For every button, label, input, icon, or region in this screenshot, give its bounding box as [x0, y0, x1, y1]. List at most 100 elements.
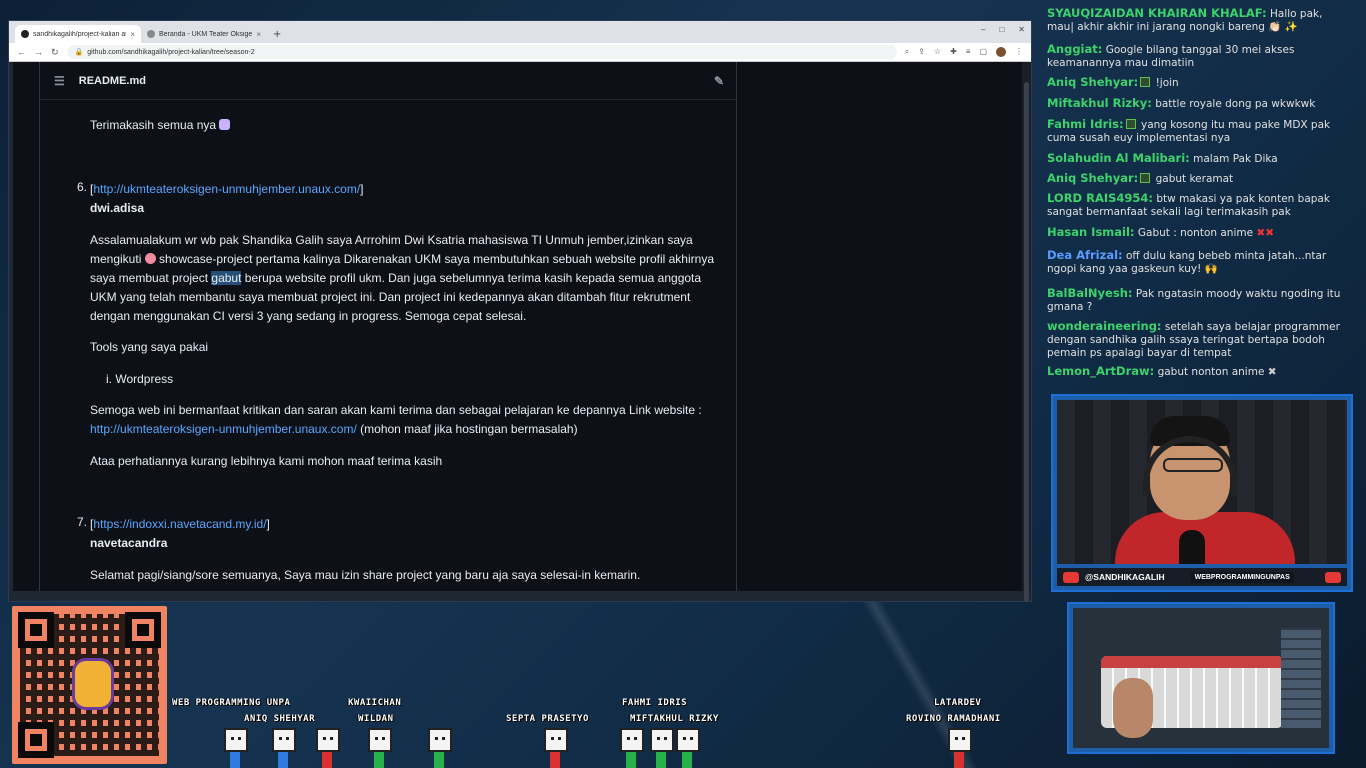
chat-message: LORD RAIS4954: btw makasi ya pak konten …: [1047, 192, 1347, 219]
tools-heading: Tools yang saya pakai: [90, 340, 209, 354]
keyboard-webcam: [1067, 602, 1335, 754]
viewer-name: LATARDEV: [934, 698, 982, 708]
qr-code: [12, 606, 167, 764]
tab-label: sandhikagalih/project-kalian at se: [33, 30, 127, 38]
viewer-avatar: [428, 728, 452, 752]
chat-text: Gabut : nonton anime: [1137, 227, 1254, 239]
readme-panel: ☰ README.md ✎ Terimakasih semua nya 6. […: [39, 62, 737, 591]
close-tab-icon[interactable]: ×: [256, 30, 261, 39]
scrollbar-thumb[interactable]: [1024, 82, 1029, 602]
entry-6-paragraph-1: Assalamualakum wr wb pak Shandika Galih …: [90, 231, 720, 326]
entry-7-author: navetacandra: [90, 536, 168, 550]
keyboard-video: [1073, 608, 1329, 748]
profile-avatar[interactable]: [996, 47, 1006, 57]
extensions-icon[interactable]: ✚: [950, 47, 957, 57]
chat-text: battle royale dong pa wkwkwk: [1155, 98, 1316, 110]
close-window-button[interactable]: ✕: [1018, 25, 1025, 34]
chat-author: Aniq Shehyar:: [1047, 171, 1139, 185]
viewer-name: FAHMI IDRIS: [622, 698, 688, 708]
chat-author: SYAUQIZAIDAN KHAIRAN KHALAF:: [1047, 6, 1267, 20]
highlighted-word: gabut: [211, 271, 242, 285]
viewer-name: MIFTAKHUL RIZKY: [630, 714, 719, 724]
viewer-legs: [946, 752, 972, 768]
viewer-legs: [648, 752, 674, 768]
entry-7-paragraph-1: Selamat pagi/siang/sore semuanya, Saya m…: [90, 568, 641, 582]
readme-filename: README.md: [78, 74, 146, 87]
member-badge-icon: [1140, 77, 1151, 87]
viewer-avatar: [650, 728, 674, 752]
viewer-legs: [366, 752, 392, 768]
tab-label: Beranda - UKM Teater Oksigen: [159, 30, 253, 38]
chat-message: BalBalNyesh: Pak ngatasin moody waktu ng…: [1047, 287, 1347, 314]
forward-icon[interactable]: →: [34, 47, 43, 57]
entry-6-link-line: [http://ukmteateroksigen-unmuhjember.una…: [90, 182, 364, 196]
chat-message: wonderaineering: setelah saya belajar pr…: [1047, 320, 1347, 360]
chat-text: malam Pak Dika: [1193, 153, 1278, 165]
viewer-name: ROVINO RAMADHANI: [906, 714, 1001, 724]
edit-pencil-icon[interactable]: ✎: [714, 74, 724, 88]
chat-message: SYAUQIZAIDAN KHAIRAN KHALAF: Hallo pak, …: [1047, 7, 1347, 34]
chat-message: Lemon_ArtDraw: gabut nonton anime ✖: [1047, 365, 1347, 379]
mascot-logo: [72, 658, 114, 710]
entry-6-link[interactable]: http://ukmteateroksigen-unmuhjember.unau…: [93, 182, 360, 196]
tab-ukm-teater[interactable]: Beranda - UKM Teater Oksigen ×: [141, 25, 267, 43]
readme-body: Terimakasih semua nya 6. [http://ukmteat…: [40, 100, 736, 591]
zoom-icon[interactable]: ⌕: [905, 47, 909, 57]
lock-icon: 🔒: [74, 49, 84, 56]
sidepanel-icon[interactable]: ▢: [979, 47, 987, 57]
chat-message: Anggiat: Google bilang tanggal 30 mei ak…: [1047, 43, 1347, 70]
chat-author: Hasan Ismail:: [1047, 225, 1135, 239]
viewer-avatar: [948, 728, 972, 752]
youtube-icon: [1063, 571, 1079, 583]
share-icon[interactable]: ⇪: [918, 47, 925, 57]
list-number: 6.: [77, 180, 88, 194]
new-tab-button[interactable]: +: [267, 29, 287, 43]
close-tab-icon[interactable]: ×: [130, 30, 135, 39]
live-chat: SYAUQIZAIDAN KHAIRAN KHALAF: Hallo pak, …: [1040, 0, 1366, 392]
minimize-button[interactable]: –: [981, 25, 985, 34]
url-field[interactable]: 🔒 github.com/sandhikagalih/project-kalia…: [66, 45, 897, 59]
bookmark-star-icon[interactable]: ☆: [934, 47, 941, 57]
chat-message: Solahudin Al Malibari: malam Pak Dika: [1047, 152, 1347, 166]
chat-author: Solahudin Al Malibari:: [1047, 151, 1190, 165]
emoji-icon: [219, 119, 231, 130]
viewer-sprites: WEB PROGRAMMING UNPA ANIQ SHEHYAR KWAIIC…: [170, 690, 1050, 768]
entry-6-paragraph-3: Ataa perhatiannya kurang lebihnya kami m…: [90, 454, 443, 468]
reload-icon[interactable]: ↻: [51, 47, 59, 58]
page-scrollbar[interactable]: [1022, 62, 1031, 602]
viewer-legs: [674, 752, 700, 768]
globe-icon: [147, 30, 155, 38]
entry-7-link[interactable]: https://indoxxi.navetacand.my.id/: [93, 517, 266, 531]
viewer-avatar: [620, 728, 644, 752]
viewer-avatar: [368, 728, 392, 752]
cross-mark-icon: ✖: [1267, 366, 1277, 378]
browser-menu-icon[interactable]: ⋮: [1015, 47, 1023, 57]
viewer-avatar: [676, 728, 700, 752]
face-webcam: @SANDHIKAGALIH WEBPROGRAMMINGUNPAS: [1051, 394, 1353, 592]
para-text: (mohon maaf jika hostingan bermasalah): [360, 422, 578, 436]
reading-list-icon[interactable]: ≡: [966, 47, 971, 57]
chat-text: gabut keramat: [1155, 173, 1234, 185]
entry-6-author: dwi.adisa: [90, 201, 145, 215]
viewer-name: WILDAN: [358, 714, 394, 724]
outline-menu-icon[interactable]: ☰: [54, 74, 65, 88]
chat-message: Aniq Shehyar: gabut keramat: [1047, 172, 1347, 186]
chat-author: Fahmi Idris:: [1047, 117, 1124, 131]
back-icon[interactable]: ←: [17, 47, 26, 57]
maximize-button[interactable]: □: [999, 25, 1004, 34]
website-link[interactable]: http://ukmteateroksigen-unmuhjember.unau…: [90, 422, 357, 436]
thanks-text: Terimakasih semua nya: [90, 118, 217, 132]
chat-message: Hasan Ismail: Gabut : nonton anime ✖✖: [1047, 226, 1347, 240]
viewer-name: WEB PROGRAMMING UNPA: [172, 698, 291, 708]
viewer-avatar: [272, 728, 296, 752]
viewer-avatar: [316, 728, 340, 752]
tools-item: i. Wordpress: [106, 372, 174, 386]
tab-project-kalian[interactable]: sandhikagalih/project-kalian at se ×: [15, 25, 141, 43]
chat-author: Anggiat:: [1047, 42, 1103, 56]
viewer-legs: [270, 752, 296, 768]
channel-name: WEBPROGRAMMINGUNPAS: [1190, 571, 1294, 583]
webcam-footer: @SANDHIKAGALIH WEBPROGRAMMINGUNPAS: [1057, 568, 1347, 586]
chat-author: Dea Afrizal:: [1047, 248, 1123, 262]
chat-author: Aniq Shehyar:: [1047, 75, 1139, 89]
chat-author: Miftakhul Rizky:: [1047, 96, 1152, 110]
